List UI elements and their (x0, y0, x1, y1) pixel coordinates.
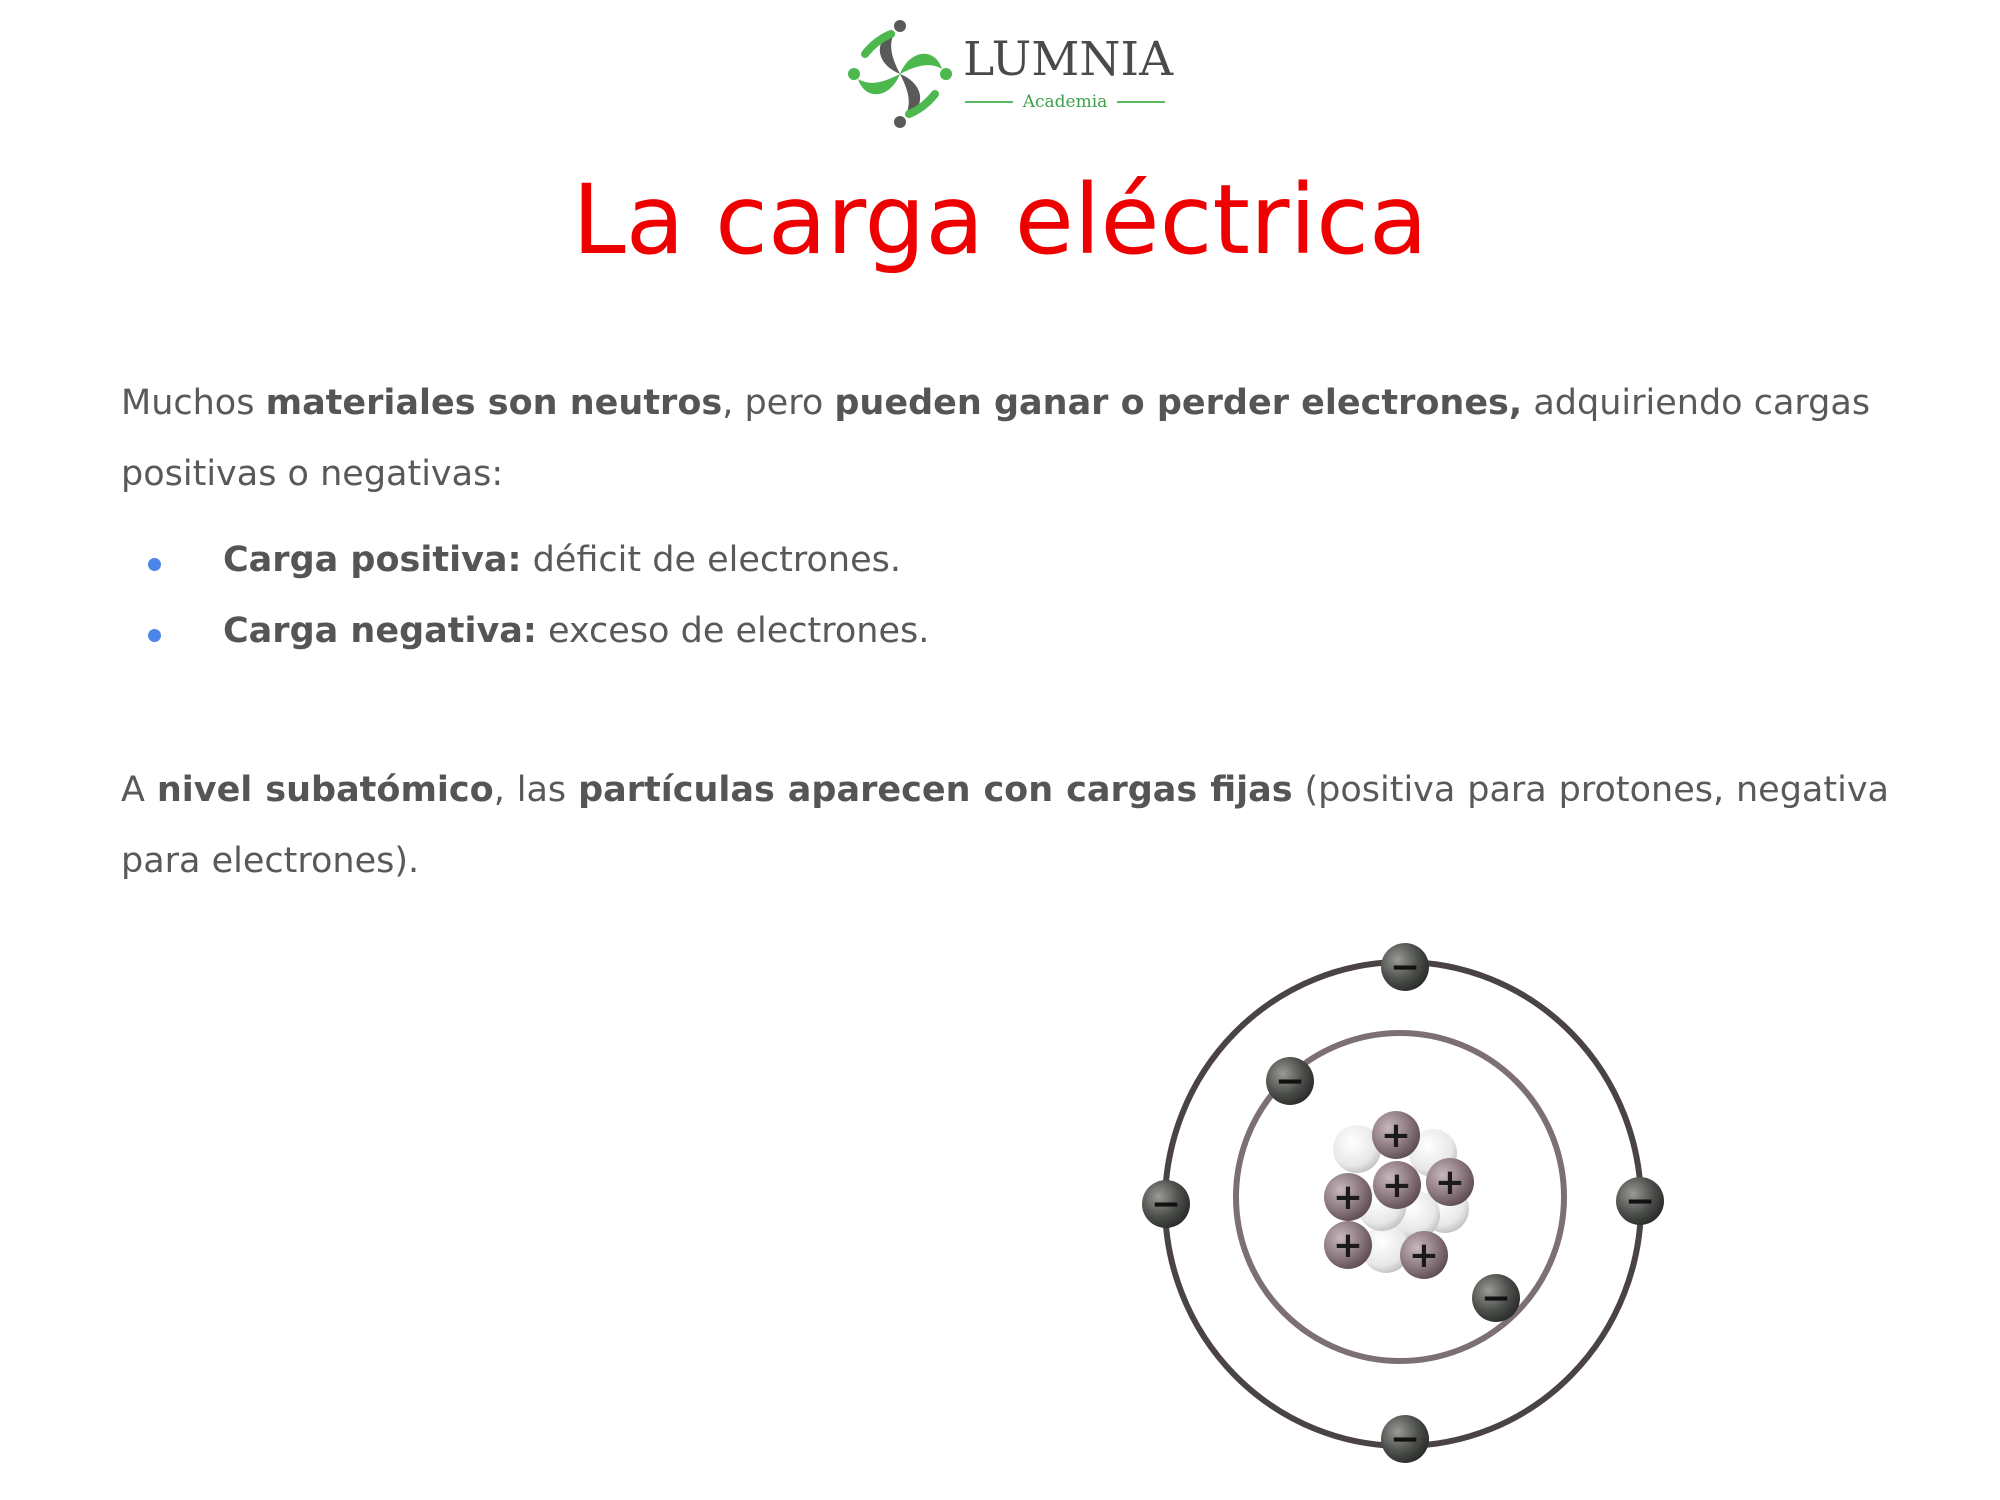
proton-sign: + (1382, 1165, 1412, 1206)
sub-text-2: , las (493, 770, 579, 810)
proton: + (1324, 1221, 1372, 1269)
bullet-label: Carga positiva: (223, 540, 522, 580)
intro-text-1: Muchos (121, 383, 266, 423)
proton: + (1372, 1111, 1420, 1159)
proton: + (1324, 1173, 1372, 1221)
intro-bold-1: materiales son neutros (265, 383, 723, 423)
bullet-text: déficit de electrones. (521, 540, 901, 580)
electron: − (1472, 1274, 1520, 1322)
lumnia-emblem-icon (848, 20, 952, 128)
bullet-dot-icon (148, 629, 161, 642)
electron: − (1616, 1177, 1664, 1225)
intro-bold-2: pueden ganar o perder electrones, (834, 383, 1523, 423)
atom-illustration: + + + + + + − − − − − − (1142, 943, 1664, 1463)
atom-diagram: + + + + + + − − − − − − (1120, 925, 1680, 1475)
sub-bold-1: nivel subatómico (156, 770, 494, 810)
electron: − (1142, 1180, 1190, 1228)
logo-subtitle: Academia (1022, 92, 1108, 112)
logo-wordmark: LUMNIA (963, 32, 1174, 87)
proton-sign: + (1333, 1225, 1363, 1266)
proton-sign: + (1409, 1235, 1439, 1276)
nucleus: + + + + + + (1324, 1111, 1474, 1279)
intro-paragraph: Muchos materiales son neutros, pero pued… (121, 368, 1889, 510)
electron-sign: − (1390, 947, 1420, 988)
intro-text-2: , pero (722, 383, 835, 423)
electron-sign: − (1275, 1061, 1305, 1102)
proton-sign: + (1435, 1162, 1465, 1203)
electron: − (1381, 1415, 1429, 1463)
logo-subtitle-row: Academia (965, 92, 1166, 112)
electron-sign: − (1481, 1278, 1511, 1319)
logo-rule-left (965, 101, 1013, 103)
sub-bold-2: partículas aparecen con cargas fijas (578, 770, 1293, 810)
logo-rule-right (1117, 101, 1166, 103)
electron-sign: − (1625, 1181, 1655, 1222)
sub-text-1: A (121, 770, 157, 810)
list-item-positive: Carga positiva: déficit de electrones. (121, 525, 1821, 596)
proton: + (1426, 1158, 1474, 1206)
lumnia-logo: LUMNIA Academia (845, 14, 1175, 134)
charge-types-list: Carga positiva: déficit de electrones. C… (121, 525, 1821, 667)
proton-sign: + (1333, 1177, 1363, 1218)
page-title: La carga eléctrica (572, 164, 1428, 276)
subatomic-paragraph: A nivel subatómico, las partículas apare… (121, 755, 1889, 897)
electron: − (1381, 943, 1429, 991)
list-item-negative: Carga negativa: exceso de electrones. (121, 596, 1821, 667)
proton: + (1400, 1231, 1448, 1279)
electron: − (1266, 1057, 1314, 1105)
bullet-dot-icon (148, 558, 161, 571)
proton: + (1373, 1161, 1421, 1209)
electron-sign: − (1151, 1184, 1181, 1225)
bullet-label: Carga negativa: (223, 611, 537, 651)
bullet-text: exceso de electrones. (536, 611, 930, 651)
proton-sign: + (1381, 1115, 1411, 1156)
electron-sign: − (1390, 1419, 1420, 1460)
